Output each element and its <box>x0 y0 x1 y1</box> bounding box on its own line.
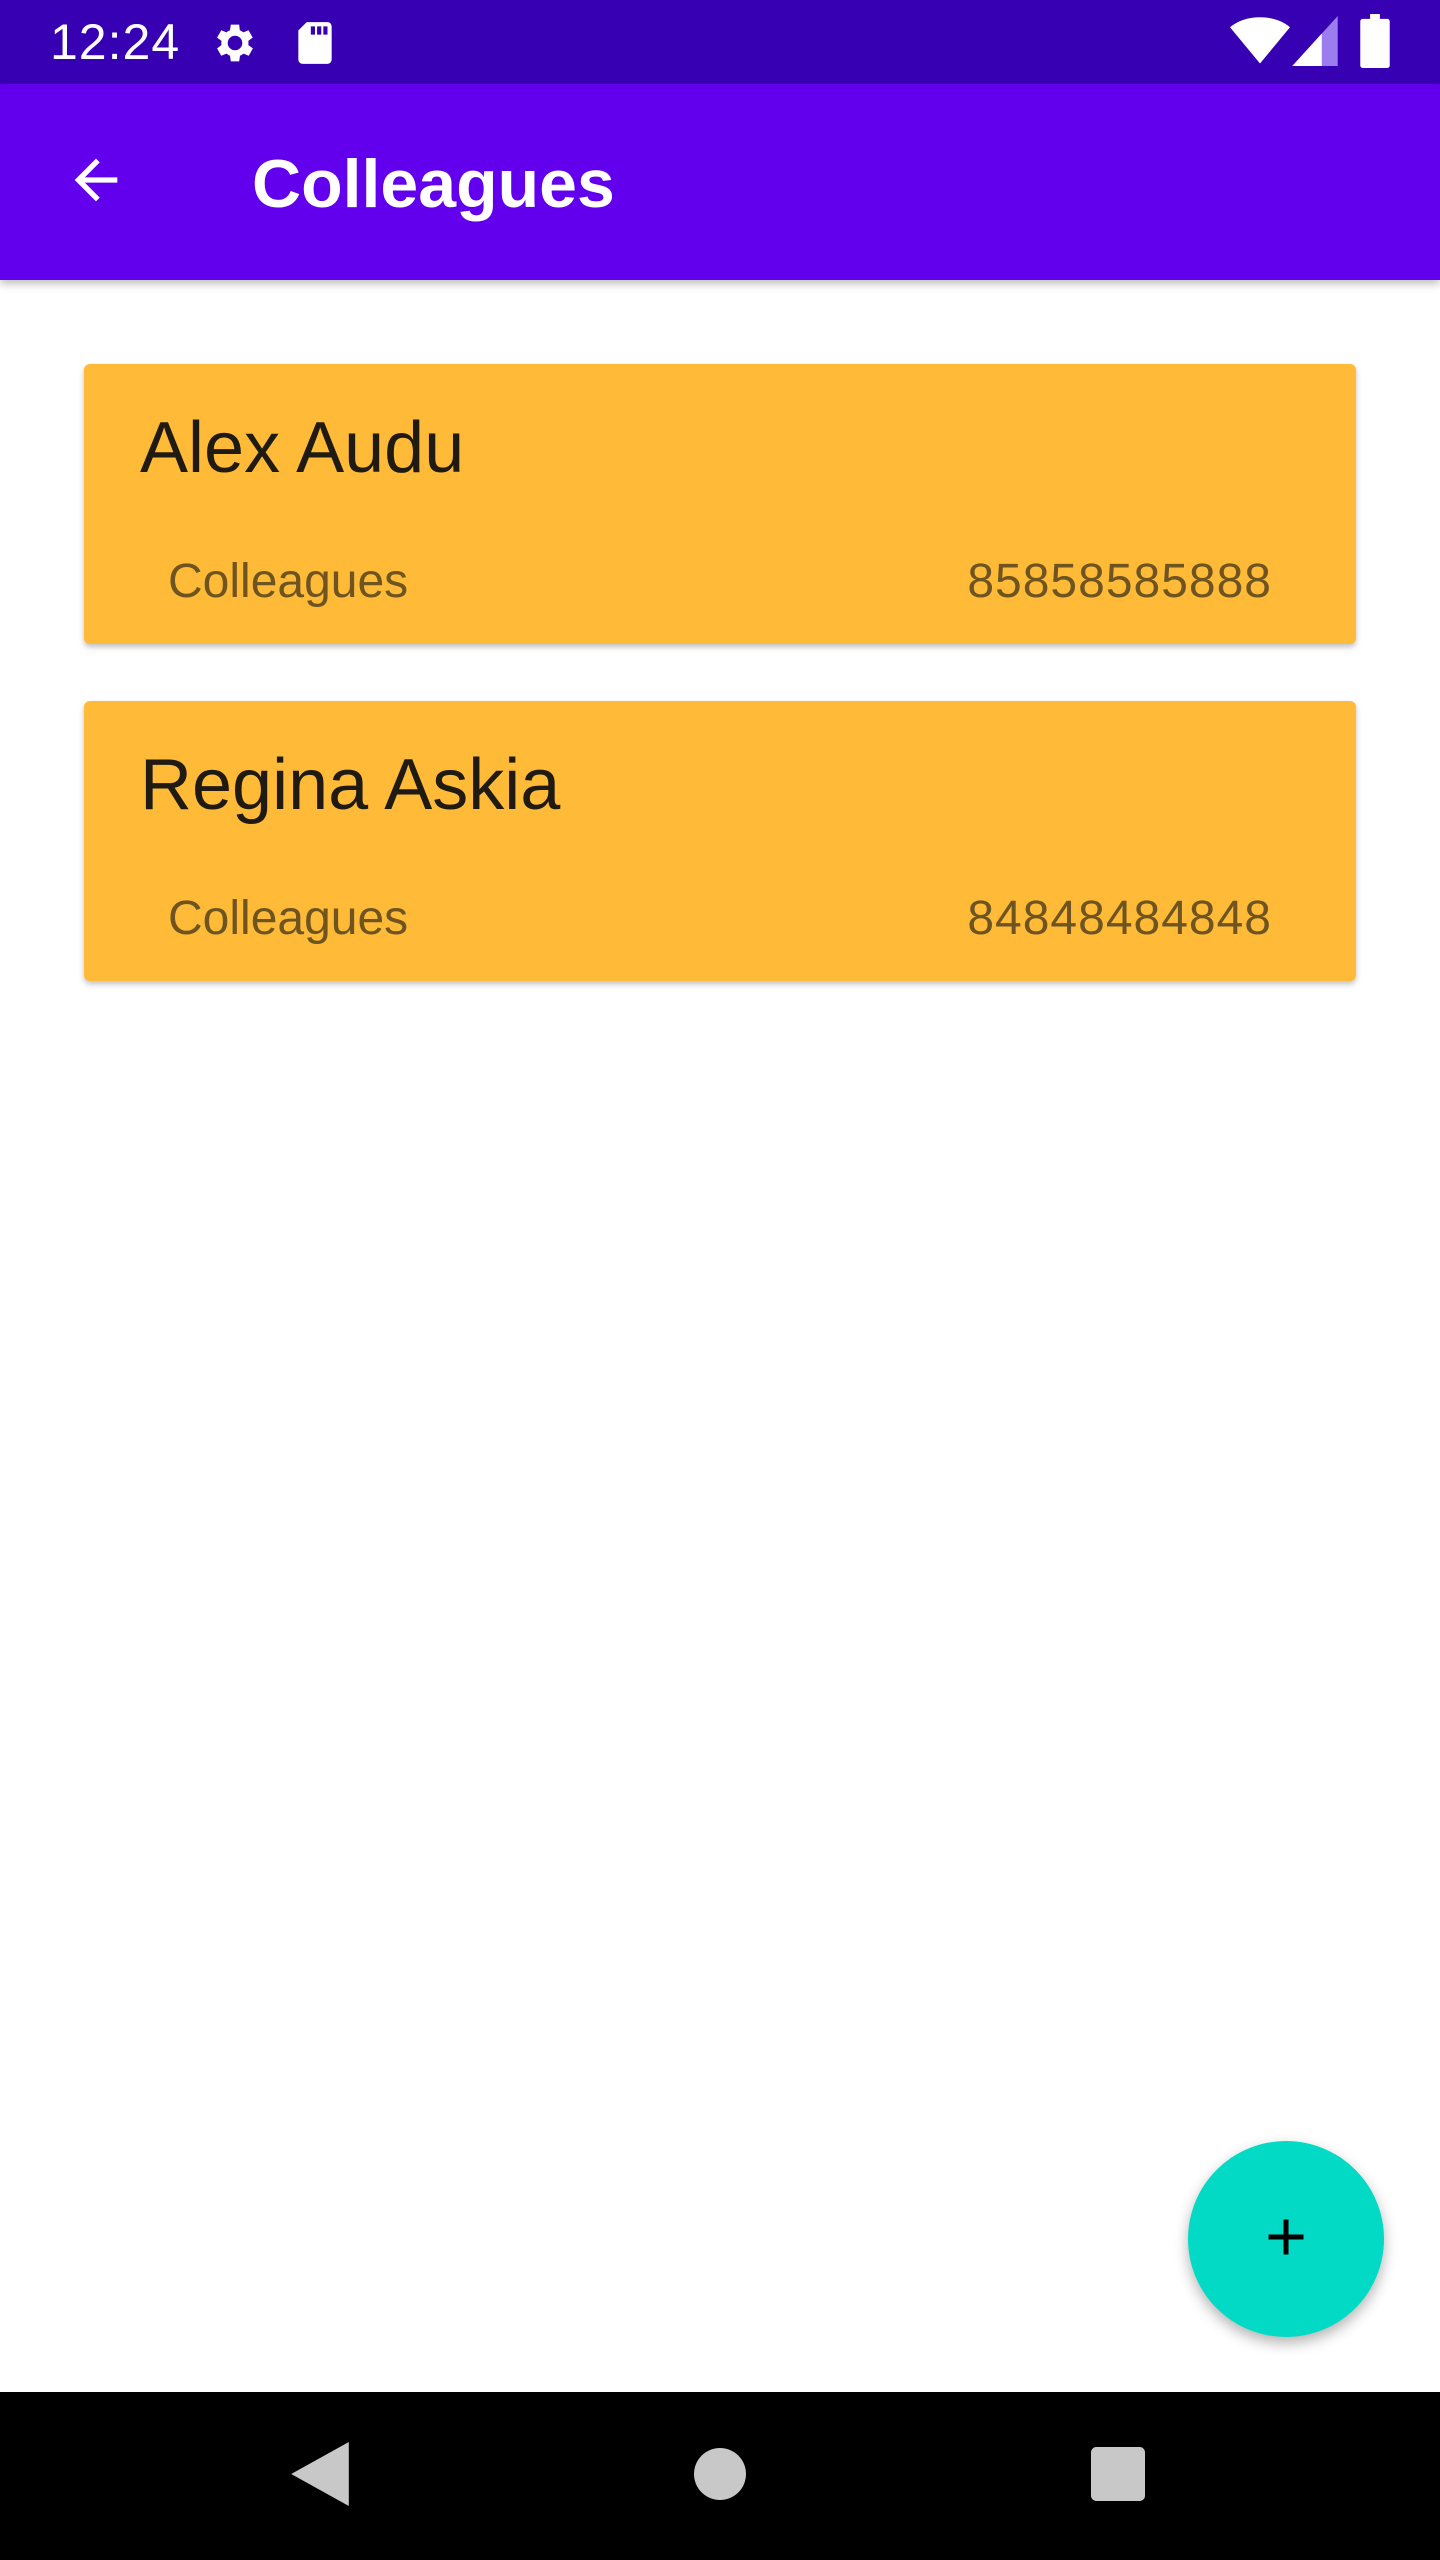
nav-home-icon <box>694 2447 746 2505</box>
contact-phone: 85858585888 <box>967 555 1272 608</box>
screen: 12:24 Colleagues Alex Audu Colleagues 85… <box>0 0 1440 2560</box>
status-time: 12:24 <box>50 14 181 70</box>
battery-icon <box>1360 14 1390 73</box>
app-bar: Colleagues <box>0 84 1440 280</box>
nav-recents-icon <box>1091 2446 1145 2506</box>
status-bar: 12:24 <box>0 0 1440 84</box>
plus-icon <box>1256 2207 1316 2272</box>
wifi-icon <box>1230 16 1290 71</box>
nav-recents-button[interactable] <box>1068 2426 1168 2526</box>
contact-name: Alex Audu <box>140 408 465 488</box>
contact-card[interactable]: Regina Askia Colleagues 84848484848 <box>84 701 1356 981</box>
navigation-bar <box>0 2392 1440 2560</box>
gear-icon <box>210 18 260 73</box>
arrow-back-icon <box>64 148 128 217</box>
contact-group: Colleagues <box>168 892 409 945</box>
sd-card-icon <box>292 18 338 73</box>
back-button[interactable] <box>48 134 144 230</box>
nav-back-button[interactable] <box>270 2426 370 2526</box>
contact-phone: 84848484848 <box>967 892 1272 945</box>
signal-icon <box>1292 16 1338 71</box>
contact-group: Colleagues <box>168 555 409 608</box>
nav-home-button[interactable] <box>670 2426 770 2526</box>
contact-name: Regina Askia <box>140 745 561 825</box>
add-contact-button[interactable] <box>1188 2141 1384 2337</box>
nav-back-icon <box>291 2441 349 2511</box>
contact-card[interactable]: Alex Audu Colleagues 85858585888 <box>84 364 1356 644</box>
page-title: Colleagues <box>252 146 615 222</box>
